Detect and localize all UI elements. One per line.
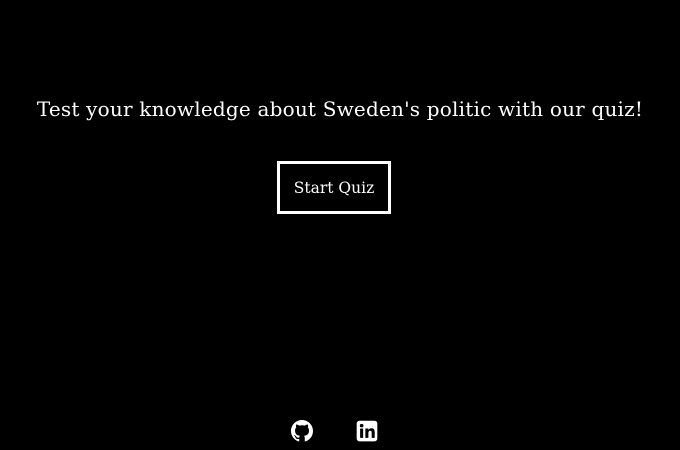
linkedin-link[interactable]: [356, 420, 378, 442]
github-icon: [291, 420, 313, 442]
page-heading: Test your knowledge about Sweden's polit…: [36, 97, 644, 121]
footer: [0, 420, 680, 442]
start-quiz-button[interactable]: Start Quiz: [277, 161, 391, 214]
github-link[interactable]: [291, 420, 313, 442]
linkedin-icon: [356, 420, 378, 442]
